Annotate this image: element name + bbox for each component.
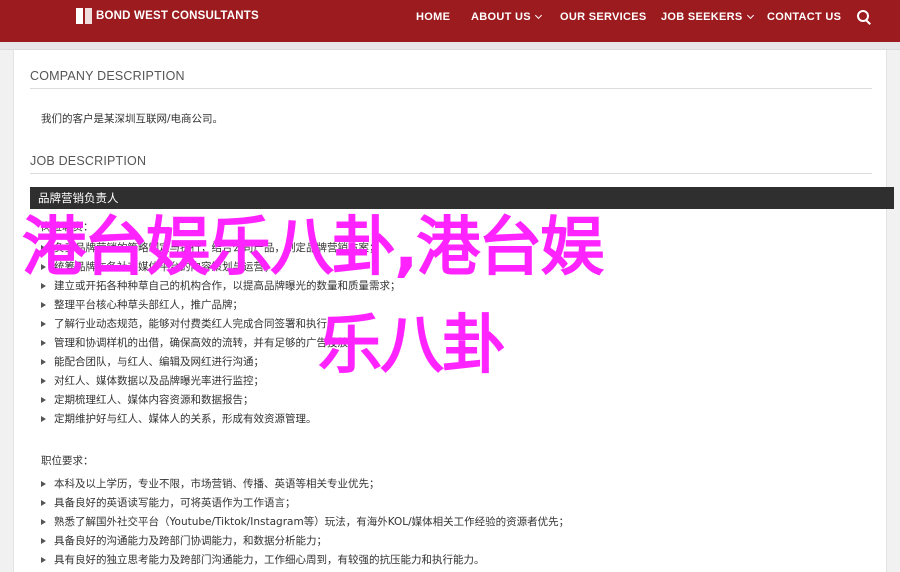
chevron-down-icon — [534, 11, 542, 20]
nav-contact-us[interactable]: CONTACT US — [767, 11, 841, 23]
bullet-icon — [41, 415, 46, 422]
bullet-icon — [41, 556, 46, 563]
duties-list: 负责品牌营销的策略制定与执行，结合公司产品，制定品牌营销方案； 统筹品牌在各社交… — [41, 238, 401, 428]
nav-about-us[interactable]: ABOUT US — [471, 11, 542, 23]
nav-home[interactable]: HOME — [416, 11, 450, 23]
bullet-icon — [41, 537, 46, 544]
bullet-icon — [41, 244, 46, 251]
divider — [30, 173, 872, 174]
list-item: 定期维护好与红人、媒体人的关系，形成有效资源管理。 — [41, 409, 401, 428]
bullet-icon — [41, 518, 46, 525]
requirements-list: 本科及以上学历，专业不限，市场营销、传播、英语等相关专业优先； 具备良好的英语读… — [41, 474, 569, 569]
company-description-title: COMPANY DESCRIPTION — [30, 69, 185, 83]
nav-job-seekers[interactable]: JOB SEEKERS — [661, 11, 754, 23]
chevron-down-icon — [746, 11, 754, 20]
bullet-icon — [41, 339, 46, 346]
list-item: 具有良好的独立思考能力及跨部门沟通能力，工作细心周到，有较强的抗压能力和执行能力… — [41, 550, 569, 569]
bullet-icon — [41, 263, 46, 270]
list-item: 统筹品牌在各社交媒体平台的内容策划与运营； — [41, 257, 401, 276]
breadcrumb-strip — [0, 42, 900, 50]
bullet-icon — [41, 480, 46, 487]
list-item: 对红人、媒体数据以及品牌曝光率进行监控； — [41, 371, 401, 390]
bullet-icon — [41, 320, 46, 327]
site-logo[interactable]: BOND WEST CONSULTANTS — [76, 8, 259, 24]
list-item: 建立或开拓各种种草自己的机构合作，以提高品牌曝光的数量和质量需求； — [41, 276, 401, 295]
list-item: 具备良好的沟通能力及跨部门协调能力，和数据分析能力； — [41, 531, 569, 550]
list-item: 具备良好的英语读写能力，可将英语作为工作语言； — [41, 493, 569, 512]
job-title-bar: 品牌营销负责人 — [30, 187, 894, 209]
list-item: 了解行业动态规范，能够对付费类红人完成合同签署和执行； — [41, 314, 401, 333]
list-item: 本科及以上学历，专业不限，市场营销、传播、英语等相关专业优先； — [41, 474, 569, 493]
list-item: 能配合团队，与红人、编辑及网红进行沟通； — [41, 352, 401, 371]
nav-our-services[interactable]: OUR SERVICES — [560, 11, 647, 23]
list-item: 定期梳理红人、媒体内容资源和数据报告； — [41, 390, 401, 409]
divider — [30, 88, 872, 89]
bullet-icon — [41, 499, 46, 506]
top-navbar: BOND WEST CONSULTANTS HOME ABOUT US OUR … — [0, 0, 900, 42]
logo-text: BOND WEST CONSULTANTS — [96, 10, 259, 22]
search-icon[interactable] — [857, 10, 871, 24]
bullet-icon — [41, 358, 46, 365]
job-title: 品牌营销负责人 — [38, 191, 119, 205]
company-description-text: 我们的客户是某深圳互联网/电商公司。 — [41, 113, 224, 125]
list-item: 负责品牌营销的策略制定与执行，结合公司产品，制定品牌营销方案； — [41, 238, 401, 257]
job-description-title: JOB DESCRIPTION — [30, 154, 147, 168]
requirements-heading: 职位要求： — [41, 455, 94, 467]
duties-heading: 岗位职责： — [41, 221, 94, 233]
list-item: 整理平台核心种草头部红人，推广品牌； — [41, 295, 401, 314]
list-item: 熟悉了解国外社交平台（Youtube/Tiktok/Instagram等）玩法，… — [41, 512, 569, 531]
bullet-icon — [41, 282, 46, 289]
bullet-icon — [41, 301, 46, 308]
list-item: 管理和协调样机的出借，确保高效的流转，并有足够的广告投放； — [41, 333, 401, 352]
bullet-icon — [41, 396, 46, 403]
bullet-icon — [41, 377, 46, 384]
job-detail-card: COMPANY DESCRIPTION 我们的客户是某深圳互联网/电商公司。 J… — [13, 50, 894, 572]
logo-icon — [76, 8, 92, 24]
